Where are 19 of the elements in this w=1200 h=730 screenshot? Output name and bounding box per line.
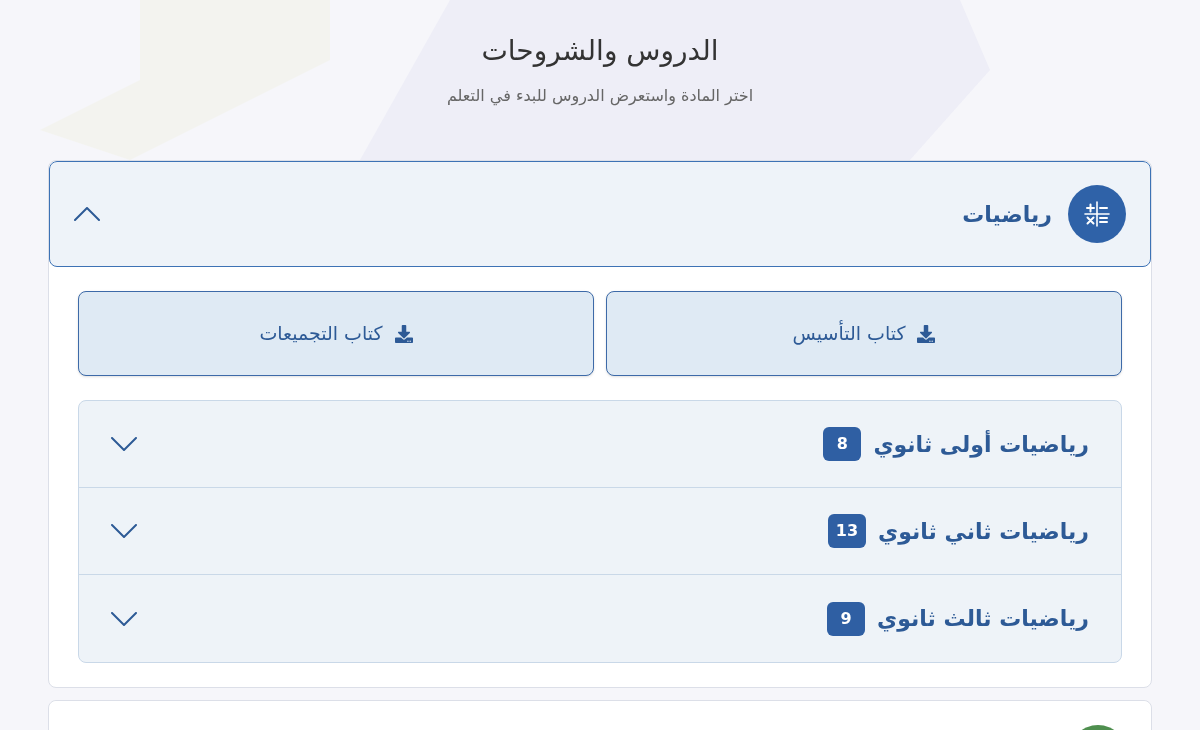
page-title: الدروس والشروحات	[481, 33, 719, 69]
calculator-signs-icon	[1084, 201, 1110, 227]
lesson-count-badge: 9	[827, 601, 866, 636]
chevron-down-icon	[111, 524, 137, 538]
grade-title: رياضيات ثالث ثانوي	[877, 605, 1089, 634]
download-icon	[917, 324, 936, 343]
book-download-button[interactable]: كتاب التأسيس	[606, 291, 1122, 376]
chevron-down-icon	[111, 437, 137, 451]
chevron-up-icon	[74, 207, 100, 221]
lesson-count-badge: 8	[823, 427, 862, 461]
lesson-count-badge: 13	[827, 514, 867, 548]
chevron-down-icon	[111, 611, 137, 626]
subject-header[interactable]: رياضيات	[49, 161, 1151, 267]
book-download-button[interactable]: كتاب التجميعات	[78, 291, 594, 376]
download-icon	[394, 324, 413, 343]
subject-title: رياضيات	[962, 200, 1052, 229]
page-subtitle: اختر المادة واستعرض الدروس للبدء في التعلم	[446, 85, 754, 108]
grade-title: رياضيات ثاني ثانوي	[878, 517, 1089, 547]
grade-title: رياضيات أولى ثانوي	[873, 429, 1089, 460]
